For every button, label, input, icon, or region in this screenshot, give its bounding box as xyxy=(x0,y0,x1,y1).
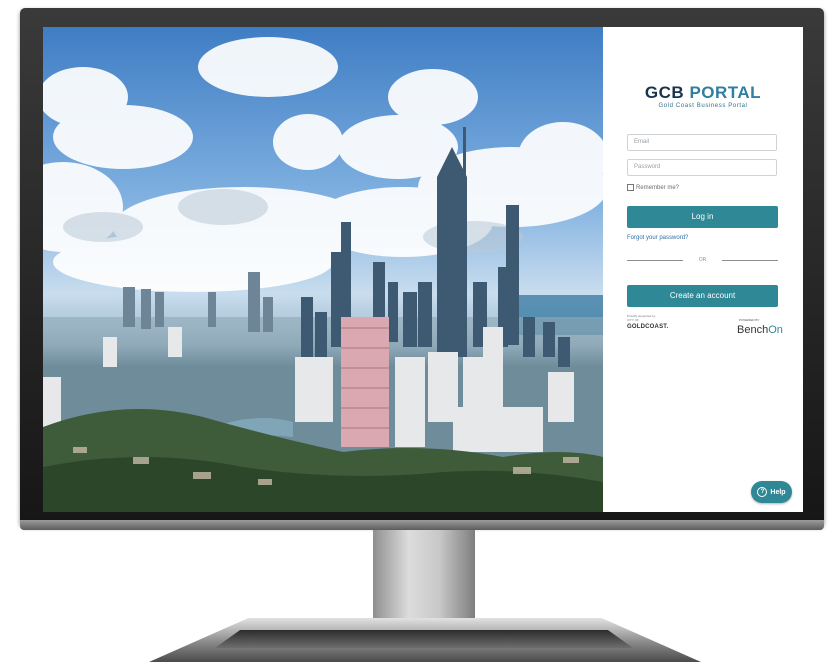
brand-title-gcb: GCB xyxy=(644,83,685,102)
password-field[interactable]: Password xyxy=(627,159,777,176)
benchon-logo-part1: Bench xyxy=(737,324,769,336)
or-divider: OR xyxy=(627,255,778,265)
forgot-password-link[interactable]: Forgot your password? xyxy=(627,235,688,241)
city-skyline-illustration xyxy=(43,37,603,512)
remember-me-row[interactable]: Remember me? xyxy=(627,184,679,191)
screen: GCB PORTAL Gold Coast Business Portal Em… xyxy=(43,27,803,512)
city-skyline-image xyxy=(43,27,603,512)
email-field[interactable]: Email xyxy=(627,134,777,151)
help-button[interactable]: ? Help xyxy=(751,481,792,503)
brand-subtitle: Gold Coast Business Portal xyxy=(658,103,748,109)
benchon-logo: BenchOn xyxy=(737,324,783,336)
monitor-stand-base-shadow xyxy=(215,630,633,648)
powered-by-label: POWERED BY xyxy=(739,318,760,322)
login-panel: GCB PORTAL Gold Coast Business Portal Em… xyxy=(603,27,803,512)
login-button[interactable]: Log in xyxy=(627,206,778,228)
help-icon: ? xyxy=(757,487,768,497)
remember-me-label: Remember me? xyxy=(636,184,680,191)
monitor-chin xyxy=(20,520,824,530)
brand-logo: GCB PORTAL Gold Coast Business Portal xyxy=(603,83,803,109)
gold-coast-city-label: CITY OF xyxy=(627,318,639,322)
gold-coast-support-text: Proudly supported by CITY OF xyxy=(627,314,655,322)
gold-coast-logo: GOLDCOAST. xyxy=(627,324,669,330)
benchon-logo-part2: On xyxy=(768,324,783,336)
brand-title: GCB PORTAL xyxy=(603,83,803,103)
create-account-button[interactable]: Create an account xyxy=(627,285,778,307)
or-divider-line-right xyxy=(722,260,778,261)
remember-me-checkbox[interactable] xyxy=(627,184,634,191)
brand-title-portal: PORTAL xyxy=(689,83,762,102)
monitor-stand-neck xyxy=(373,530,475,632)
help-label: Help xyxy=(770,488,786,496)
